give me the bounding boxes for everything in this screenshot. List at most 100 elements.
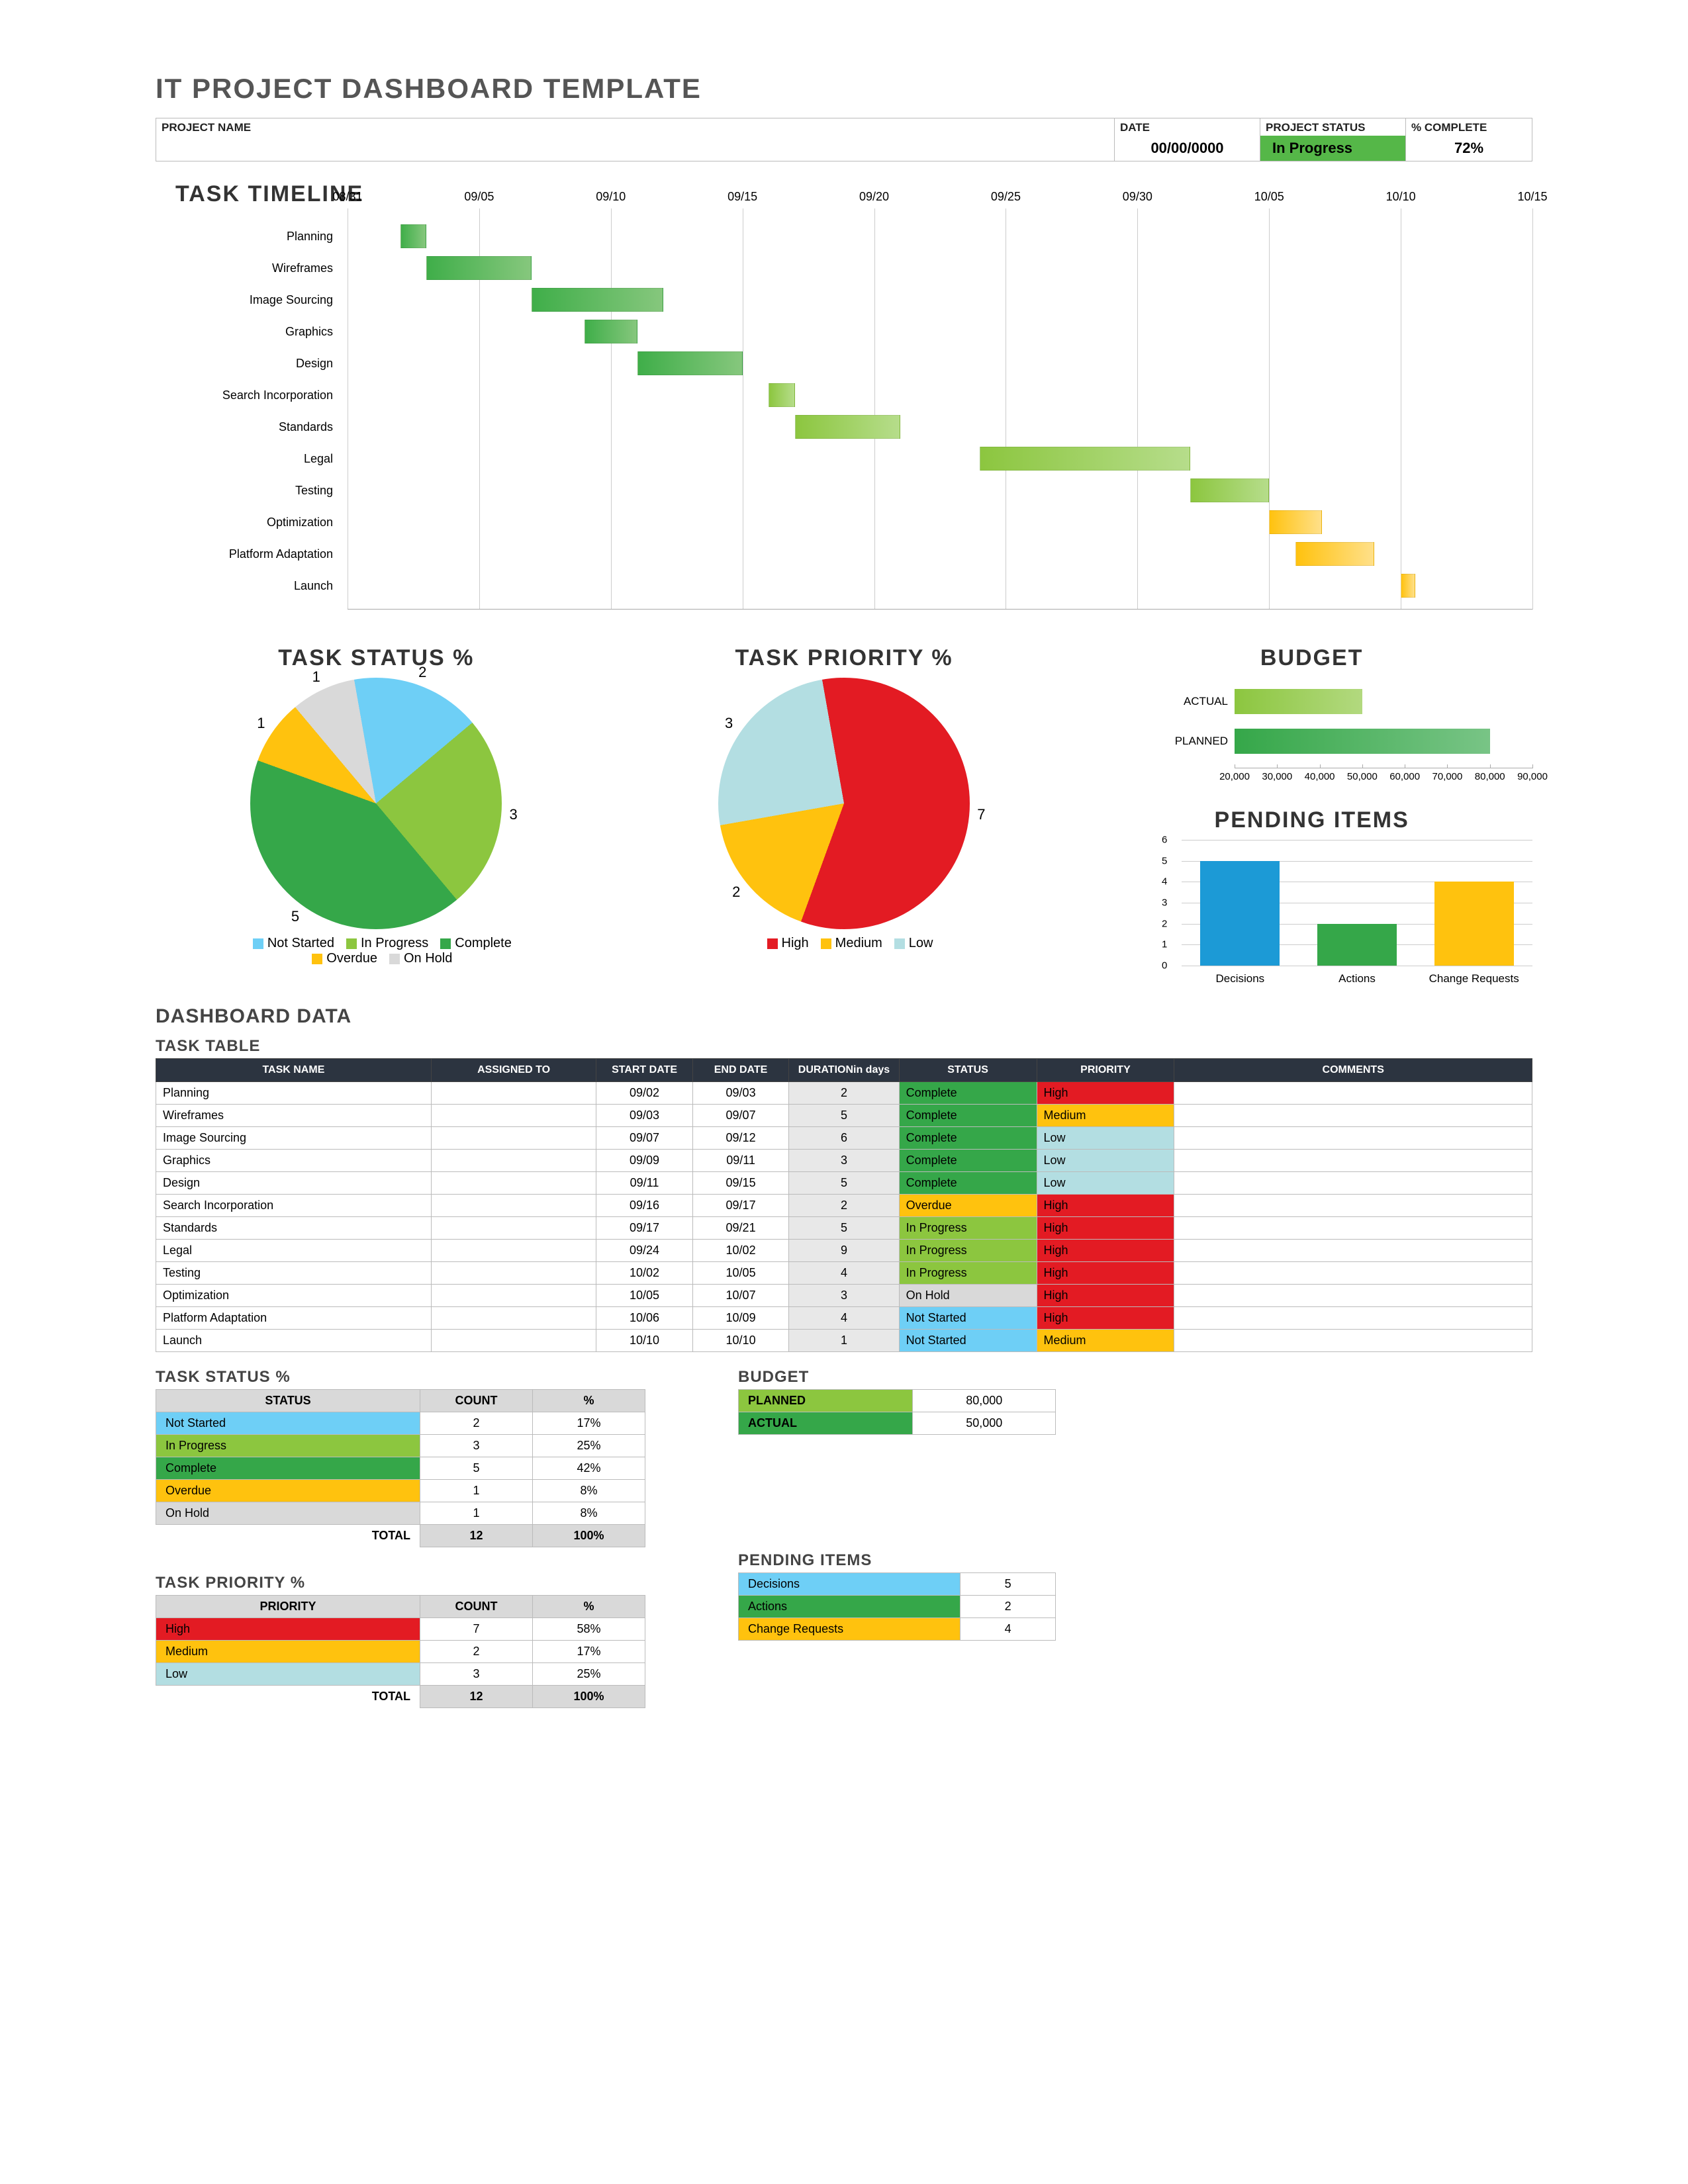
cell-status: Complete <box>899 1105 1037 1127</box>
gantt-bar <box>426 256 532 280</box>
task-status-title: TASK STATUS % <box>156 645 597 671</box>
budget-row-label: PLANNED <box>1162 735 1235 748</box>
gantt-task-label: Testing <box>175 484 341 498</box>
status-value[interactable]: In Progress <box>1260 136 1405 161</box>
cell-end: 10/07 <box>692 1285 789 1307</box>
date-label: DATE <box>1115 118 1260 136</box>
pie-data-label: 2 <box>732 884 740 901</box>
total-pct: 100% <box>533 1525 645 1547</box>
legend-label: Not Started <box>267 936 334 950</box>
mini-count: 2 <box>420 1412 533 1435</box>
priority-table-title: TASK PRIORITY % <box>156 1574 645 1592</box>
mini-label: Complete <box>156 1457 420 1480</box>
table-row: Launch10/1010/101Not StartedMedium <box>156 1330 1532 1352</box>
cell-task-name: Testing <box>156 1262 432 1285</box>
cell-assigned[interactable] <box>431 1172 596 1195</box>
cell-assigned[interactable] <box>431 1217 596 1240</box>
pending-table: Decisions5Actions2Change Requests4 <box>738 1572 1056 1641</box>
cell-comments[interactable] <box>1174 1330 1532 1352</box>
cell-end: 10/02 <box>692 1240 789 1262</box>
table-row: Design09/1109/155CompleteLow <box>156 1172 1532 1195</box>
pending-title: PENDING ITEMS <box>1091 807 1532 833</box>
cell-assigned[interactable] <box>431 1285 596 1307</box>
cell-status: Complete <box>899 1127 1037 1150</box>
task-th: TASK NAME <box>156 1059 432 1082</box>
mini-th: PRIORITY <box>156 1596 420 1618</box>
cell-task-name: Design <box>156 1172 432 1195</box>
mini-label: Overdue <box>156 1480 420 1502</box>
pending-chart: 0123456DecisionsActionsChange Requests <box>1162 840 1532 985</box>
cell-comments[interactable] <box>1174 1195 1532 1217</box>
cell-task-name: Wireframes <box>156 1105 432 1127</box>
cell-comments[interactable] <box>1174 1127 1532 1150</box>
cell-status: Complete <box>899 1150 1037 1172</box>
cell-end: 09/12 <box>692 1127 789 1150</box>
cell-status: On Hold <box>899 1285 1037 1307</box>
cell-assigned[interactable] <box>431 1330 596 1352</box>
cell-duration: 2 <box>789 1195 899 1217</box>
pie-data-label: 2 <box>418 664 426 681</box>
mini-label: Medium <box>156 1641 420 1663</box>
mini-pct: 42% <box>533 1457 645 1480</box>
cell-comments[interactable] <box>1174 1285 1532 1307</box>
budget-row-label: PLANNED <box>739 1390 913 1412</box>
project-name-value[interactable] <box>156 136 1114 158</box>
cell-comments[interactable] <box>1174 1150 1532 1172</box>
cell-priority: Medium <box>1037 1105 1174 1127</box>
pending-row-label: Actions <box>739 1596 961 1618</box>
cell-comments[interactable] <box>1174 1082 1532 1105</box>
gantt-task-label: Standards <box>175 420 341 434</box>
cell-comments[interactable] <box>1174 1172 1532 1195</box>
table-row: Not Started217% <box>156 1412 645 1435</box>
mini-th: COUNT <box>420 1596 533 1618</box>
mini-pct: 17% <box>533 1641 645 1663</box>
total-label: TOTAL <box>156 1525 420 1547</box>
pending-ytick: 6 <box>1162 835 1167 846</box>
mini-count: 3 <box>420 1435 533 1457</box>
table-row: Optimization10/0510/073On HoldHigh <box>156 1285 1532 1307</box>
cell-task-name: Search Incorporation <box>156 1195 432 1217</box>
budget-bar <box>1235 729 1490 754</box>
gantt-task-label: Design <box>175 357 341 371</box>
legend-label: High <box>782 936 809 950</box>
gantt-bar <box>532 288 663 312</box>
cell-comments[interactable] <box>1174 1240 1532 1262</box>
page-title: IT PROJECT DASHBOARD TEMPLATE <box>156 73 1532 105</box>
gantt-task-label: Legal <box>175 452 341 466</box>
cell-status: Complete <box>899 1172 1037 1195</box>
cell-assigned[interactable] <box>431 1082 596 1105</box>
project-header: PROJECT NAME DATE 00/00/0000 PROJECT STA… <box>156 118 1532 161</box>
table-row: In Progress325% <box>156 1435 645 1457</box>
mini-pct: 25% <box>533 1435 645 1457</box>
mini-pct: 17% <box>533 1412 645 1435</box>
gantt-tick: 09/10 <box>596 190 626 204</box>
cell-task-name: Image Sourcing <box>156 1127 432 1150</box>
date-value[interactable]: 00/00/0000 <box>1115 136 1260 161</box>
mini-count: 3 <box>420 1663 533 1686</box>
cell-assigned[interactable] <box>431 1150 596 1172</box>
cell-assigned[interactable] <box>431 1127 596 1150</box>
cell-comments[interactable] <box>1174 1105 1532 1127</box>
cell-comments[interactable] <box>1174 1262 1532 1285</box>
pie-data-label: 1 <box>257 715 265 732</box>
cell-end: 09/15 <box>692 1172 789 1195</box>
budget-tick: 30,000 <box>1262 771 1292 782</box>
cell-status: Not Started <box>899 1330 1037 1352</box>
cell-duration: 4 <box>789 1307 899 1330</box>
cell-task-name: Legal <box>156 1240 432 1262</box>
mini-count: 1 <box>420 1480 533 1502</box>
cell-assigned[interactable] <box>431 1195 596 1217</box>
cell-task-name: Optimization <box>156 1285 432 1307</box>
legend-swatch <box>312 954 322 964</box>
cell-assigned[interactable] <box>431 1240 596 1262</box>
pending-ytick: 5 <box>1162 855 1167 866</box>
task-th: START DATE <box>596 1059 693 1082</box>
pct-complete-value: 72% <box>1406 136 1532 161</box>
cell-comments[interactable] <box>1174 1217 1532 1240</box>
cell-comments[interactable] <box>1174 1307 1532 1330</box>
cell-start: 09/07 <box>596 1127 693 1150</box>
cell-assigned[interactable] <box>431 1307 596 1330</box>
cell-assigned[interactable] <box>431 1262 596 1285</box>
cell-assigned[interactable] <box>431 1105 596 1127</box>
budget-table: PLANNED80,000ACTUAL50,000 <box>738 1389 1056 1435</box>
